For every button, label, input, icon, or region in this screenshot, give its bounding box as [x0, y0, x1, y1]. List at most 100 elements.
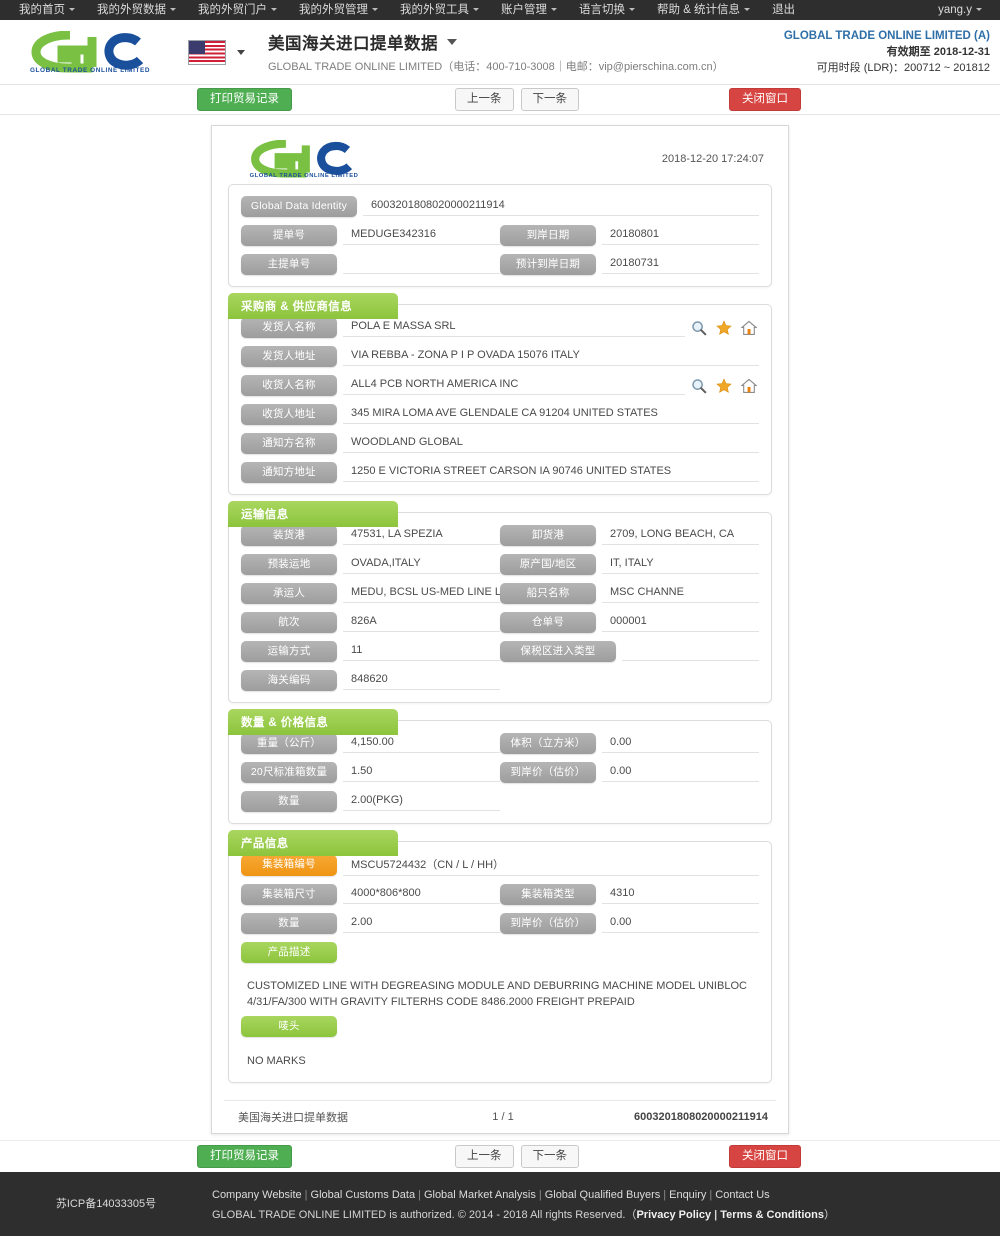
- field-value-container-number: MSCU5724432（CN / L / HH）: [343, 854, 759, 876]
- footer-link-global-qualified-buyers[interactable]: Global Qualified Buyers: [545, 1189, 661, 1201]
- next-record-button-bottom[interactable]: 下一条: [520, 1144, 579, 1169]
- nav-label: 退出: [772, 4, 796, 16]
- row-voyage-manifest: 航次 826A 仓单号 000001: [241, 612, 759, 633]
- home-icon[interactable]: [740, 320, 758, 336]
- gtc-logo-icon: GLOBAL TRADE ONLINE LIMITED: [30, 31, 150, 73]
- nav-item-trade-portal[interactable]: 我的外贸门户: [187, 0, 288, 20]
- field-value-transport-mode: 11: [343, 642, 500, 661]
- page-title: 美国海关进口提单数据: [268, 35, 438, 53]
- nav-item-language-switch[interactable]: 语言切换: [568, 0, 646, 20]
- brand-logo[interactable]: GLOBAL TRADE ONLINE LIMITED: [0, 31, 180, 73]
- field-value-weight-kg: 4,150.00: [343, 734, 500, 753]
- nav-item-home[interactable]: 我的首页: [8, 0, 86, 20]
- footer-link-privacy-policy[interactable]: Privacy Policy: [636, 1209, 711, 1221]
- row-shipper-name: 发货人名称 POLA E MASSA SRL: [241, 317, 759, 338]
- row-quantity: 数量 2.00(PKG): [241, 791, 759, 812]
- field-label-arrival-date: 到岸日期: [500, 225, 596, 246]
- document-viewport: GLOBAL TRADE ONLINE LIMITED 2018-12-20 1…: [0, 115, 1000, 1140]
- field-label-global-data-identity: Global Data Identity: [241, 196, 357, 217]
- row-weight-volume: 重量（公斤） 4,150.00 体积（立方米） 0.00: [241, 733, 759, 754]
- chevron-down-icon: [976, 8, 982, 12]
- field-value-consignee-name: ALL4 PCB NORTH AMERICA INC: [343, 376, 685, 395]
- field-label-customs-code: 海关编码: [241, 670, 337, 691]
- home-icon[interactable]: [740, 378, 758, 394]
- print-trade-record-button[interactable]: 打印贸易记录: [197, 87, 292, 112]
- chevron-down-icon: [744, 8, 751, 12]
- footer-link-terms-conditions[interactable]: Terms & Conditions: [720, 1209, 824, 1221]
- footer-link-company-website[interactable]: Company Website: [212, 1189, 302, 1201]
- nav-label: 帮助 & 统计信息: [657, 4, 741, 16]
- field-value-origin-country: IT, ITALY: [602, 555, 759, 574]
- next-record-button[interactable]: 下一条: [520, 87, 579, 112]
- account-ldr-range: 可用时段 (LDR)：200712 ~ 201812: [816, 62, 990, 74]
- row-product-quantity-cif: 数量 2.00 到岸价（估价） 0.00: [241, 913, 759, 934]
- nav-item-trade-tools[interactable]: 我的外贸工具: [389, 0, 490, 20]
- quantity-price-section: 数量 & 价格信息 重量（公斤） 4,150.00 体积（立方米） 0.00 20尺…: [228, 709, 772, 824]
- field-value-global-data-identity: 6003201808020000211914: [363, 197, 759, 216]
- star-icon[interactable]: [716, 319, 732, 336]
- row-notify-name: 通知方名称 WOODLAND GLOBAL: [241, 433, 759, 454]
- footer-link-contact-us[interactable]: Contact Us: [715, 1189, 769, 1201]
- previous-record-button-bottom[interactable]: 上一条: [455, 1144, 514, 1169]
- company-contact-line: GLOBAL TRADE ONLINE LIMITED（电话：400-710-3…: [268, 61, 724, 73]
- field-label-marks: 唛头: [241, 1016, 337, 1037]
- document-page: GLOBAL TRADE ONLINE LIMITED 2018-12-20 1…: [211, 125, 789, 1134]
- field-value-product-quantity: 2.00: [343, 914, 500, 933]
- nav-item-help-stats[interactable]: 帮助 & 统计信息: [646, 0, 761, 20]
- row-ports: 装货港 47531, LA SPEZIA 卸货港 2709, LONG BEACH,…: [241, 525, 759, 546]
- nav-label: 账户管理: [501, 4, 547, 16]
- account-name[interactable]: GLOBAL TRADE ONLINE LIMITED (A): [784, 28, 990, 44]
- document-footer: 美国海关进口提单数据 1 / 1 6003201808020000211914: [224, 1100, 776, 1127]
- action-bar-top: 打印贸易记录 上一条 下一条 关闭窗口: [0, 85, 1000, 115]
- field-label-bonded-entry-type: 保税区进入类型: [500, 641, 616, 662]
- field-value-manifest-number: 000001: [602, 613, 759, 632]
- row-product-description-label: 产品描述: [241, 942, 759, 963]
- close-window-button-bottom[interactable]: 关闭窗口: [729, 1144, 801, 1169]
- field-value-bonded-entry-type: [622, 642, 759, 661]
- print-trade-record-button-bottom[interactable]: 打印贸易记录: [197, 1144, 292, 1169]
- icp-license: 苏ICP备14033305号: [55, 1198, 157, 1210]
- search-icon[interactable]: [691, 378, 707, 394]
- nav-item-account-management[interactable]: 账户管理: [490, 0, 568, 20]
- nav-item-logout[interactable]: 退出: [761, 0, 806, 20]
- field-value-vessel-name: MSC CHANNE: [602, 584, 759, 603]
- search-icon[interactable]: [691, 320, 707, 336]
- field-label-estimated-arrival-date: 预计到岸日期: [500, 254, 596, 275]
- account-expiry: 有效期至 2018-12-31: [886, 46, 990, 58]
- close-window-button[interactable]: 关闭窗口: [729, 87, 801, 112]
- section-title-transport: 运输信息: [228, 501, 398, 527]
- svg-text:GLOBAL TRADE ONLINE LIMITED: GLOBAL TRADE ONLINE LIMITED: [30, 67, 150, 73]
- footer-link-global-market-analysis[interactable]: Global Market Analysis: [424, 1189, 536, 1201]
- nav-user-menu[interactable]: yang.y: [927, 0, 992, 20]
- field-value-shipper-name: POLA E MASSA SRL: [343, 318, 685, 337]
- field-value-marks: NO MARKS: [247, 1055, 306, 1067]
- nav-item-trade-data[interactable]: 我的外贸数据: [86, 0, 187, 20]
- country-selector[interactable]: [188, 39, 245, 65]
- star-icon[interactable]: [716, 377, 732, 394]
- field-label-discharge-port: 卸货港: [500, 525, 596, 546]
- field-label-notify-party-address: 通知方地址: [241, 462, 337, 483]
- footer-copyright: GLOBAL TRADE ONLINE LIMITED is authorize…: [212, 1206, 835, 1222]
- row-transport-mode-bonded: 运输方式 11 保税区进入类型: [241, 641, 759, 662]
- field-label-preload-place: 预装运地: [241, 554, 337, 575]
- previous-record-button[interactable]: 上一条: [455, 87, 514, 112]
- field-label-consignee-name: 收货人名称: [241, 375, 337, 396]
- field-value-discharge-port: 2709, LONG BEACH, CA: [602, 526, 759, 545]
- chevron-down-icon[interactable]: [447, 39, 457, 45]
- nav-label: 我的外贸数据: [97, 4, 166, 16]
- field-label-container-number: 集装箱编号: [241, 854, 337, 876]
- field-value-estimated-arrival-date: 20180731: [602, 255, 759, 274]
- buyer-supplier-section: 采购商 & 供应商信息 发货人名称 POLA E MASSA SRL 发货人地址…: [228, 293, 772, 495]
- field-label-teu-count: 20尺标准箱数量: [241, 762, 337, 783]
- nav-label: 我的首页: [19, 4, 65, 16]
- nav-label: 我的外贸管理: [299, 4, 368, 16]
- nav-label: 我的外贸门户: [198, 4, 267, 16]
- chevron-down-icon: [473, 8, 479, 12]
- footer-link-enquiry[interactable]: Enquiry: [669, 1189, 706, 1201]
- footer-link-global-customs-data[interactable]: Global Customs Data: [311, 1189, 416, 1201]
- nav-item-trade-management[interactable]: 我的外贸管理: [288, 0, 389, 20]
- section-title-buyer-supplier: 采购商 & 供应商信息: [228, 293, 398, 319]
- chevron-down-icon: [372, 8, 378, 12]
- chevron-down-icon: [551, 8, 557, 12]
- footer-copyright-close: ）: [823, 1209, 835, 1221]
